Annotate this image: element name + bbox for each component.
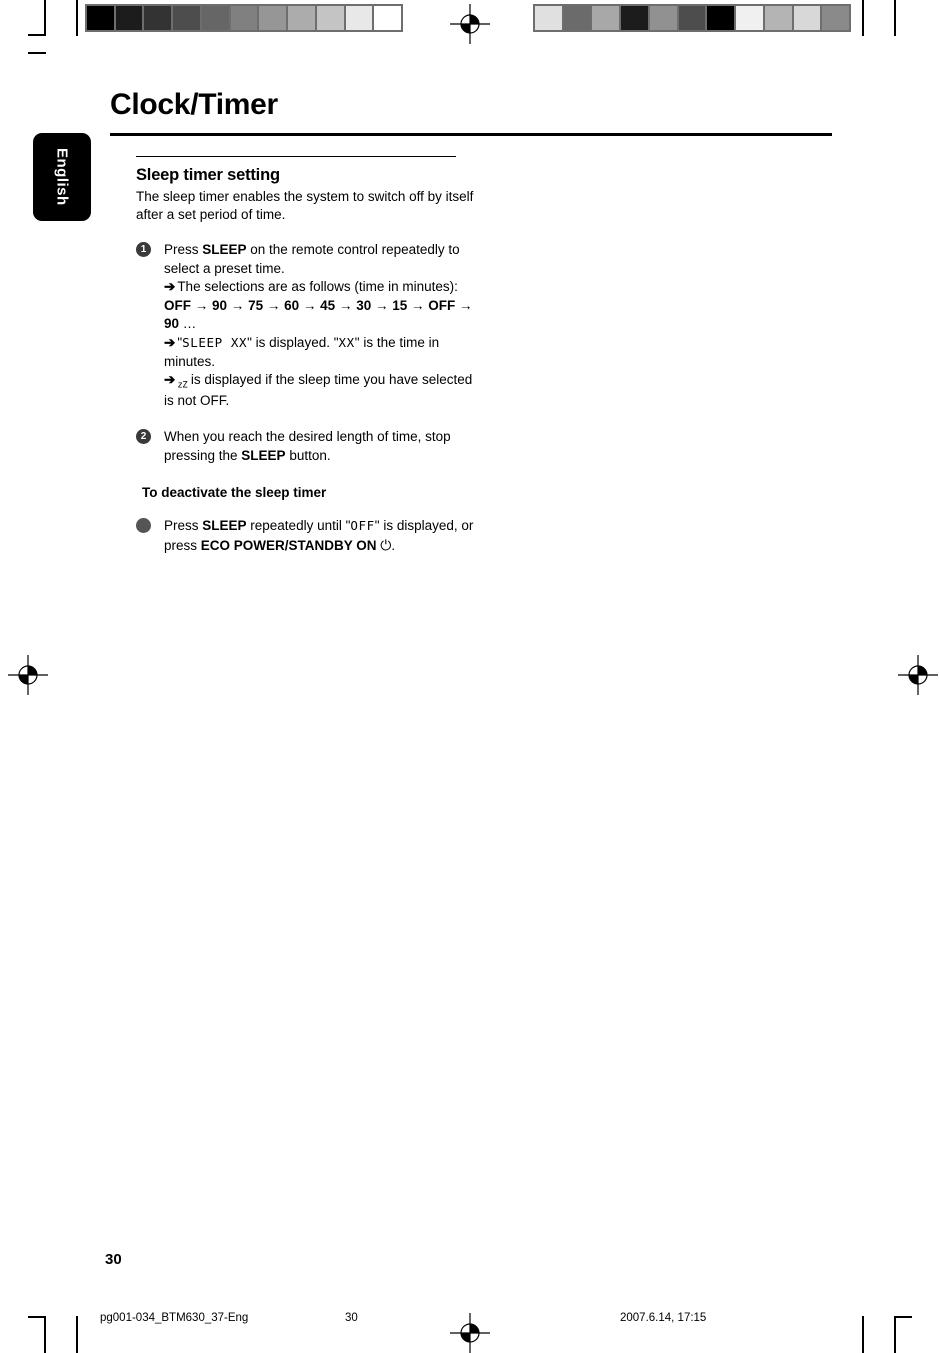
calibration-right-swatch — [563, 6, 591, 30]
deactivate-keyword-sleep: SLEEP — [202, 518, 247, 534]
crop-mark-top-left-a — [44, 0, 46, 36]
preset-separator-icon: → — [263, 297, 285, 313]
lcd-off-display: OFF — [350, 518, 375, 534]
crop-mark-top-left-c — [28, 34, 46, 36]
calibration-right-swatch — [535, 6, 562, 30]
calibration-bar-left — [85, 4, 403, 32]
calibration-right-swatch — [649, 6, 677, 30]
arrow-icon: ➔ — [164, 335, 176, 351]
preset-separator-icon: → — [299, 297, 321, 313]
calibration-left-swatch — [201, 6, 229, 30]
preset-value: 45 — [320, 297, 336, 313]
calibration-left-swatch — [115, 6, 143, 30]
crop-mark-top-left-b — [76, 0, 78, 36]
step-1-result-2-mid: is displayed. — [251, 335, 334, 351]
page-content: Sleep timer setting The sleep timer enab… — [136, 156, 476, 556]
calibration-right-swatch — [707, 6, 735, 30]
step-1-result-2: ➔ "SLEEP XX" is displayed. "XX" is the ti… — [164, 335, 440, 369]
preset-value: 60 — [284, 297, 300, 313]
registration-mark-right — [898, 655, 938, 695]
calibration-right-swatch — [592, 6, 620, 30]
calibration-left-swatch — [259, 6, 287, 30]
preset-value: 75 — [248, 297, 264, 313]
deactivate-text-before: Press — [164, 518, 203, 534]
lcd-xx-display: XX — [338, 335, 355, 351]
step-2-keyword: SLEEP — [241, 447, 286, 463]
step-2-text-after: button. — [285, 447, 331, 463]
language-tab: English — [33, 133, 91, 221]
arrow-icon: ➔ — [164, 372, 176, 388]
preset-separator-icon: → — [191, 297, 213, 313]
preset-sequence: OFF → 90 → 75 → 60 → 45 → 30 → 15 → OFF … — [164, 297, 476, 334]
preset-value: 90 — [212, 297, 228, 313]
deactivate-heading: To deactivate the sleep timer — [142, 485, 327, 501]
calibration-right-swatch — [621, 6, 648, 30]
footer-page-number: 30 — [345, 1312, 358, 1324]
preset-separator-icon: → — [455, 297, 473, 313]
footer-filename: pg001-034_BTM630_37-Eng — [100, 1312, 249, 1324]
section-divider — [136, 156, 456, 157]
step-1: 1 Press SLEEP on the remote control repe… — [136, 241, 476, 411]
registration-mark-top — [450, 4, 490, 44]
calibration-right-swatch — [736, 6, 763, 30]
preset-separator-icon: → — [371, 297, 393, 313]
calibration-right-swatch — [764, 6, 792, 30]
page-folio: 30 — [105, 1251, 122, 1268]
step-1-marker: 1 — [136, 241, 151, 257]
deactivate-step: • Press SLEEP repeatedly until "OFF" is … — [136, 517, 476, 555]
power-standby-icon: ⏻ — [380, 536, 392, 553]
print-footer: pg001-034_BTM630_37-Eng 30 2007.6.14, 17… — [0, 1312, 939, 1328]
calibration-left-swatch — [144, 6, 172, 30]
preset-value: 30 — [356, 297, 372, 313]
crop-mark-top-left-d — [28, 52, 46, 54]
step-1-result-1: ➔ The selections are as follows (time in … — [164, 278, 476, 297]
page-title: Clock/Timer — [110, 88, 278, 121]
preset-separator-icon: → — [335, 297, 357, 313]
calibration-left-swatch — [87, 6, 114, 30]
preset-value: OFF — [164, 297, 191, 313]
step-1-result-3: ➔ zZ is displayed if the sleep time you h… — [164, 371, 476, 411]
crop-mark-top-right-b — [894, 0, 896, 36]
preset-ellipsis: … — [179, 316, 197, 332]
preset-value: 15 — [392, 297, 408, 313]
section-intro: The sleep timer enables the system to sw… — [136, 189, 474, 222]
section-heading: Sleep timer setting — [136, 166, 280, 184]
calibration-left-swatch — [288, 6, 315, 30]
sleep-zz-icon: zZ — [177, 380, 188, 391]
footer-date: 2007.6.14, 17:15 — [620, 1312, 707, 1324]
step-1-text-before: Press — [164, 241, 203, 257]
step-1-keyword: SLEEP — [202, 241, 247, 257]
calibration-right-swatch — [822, 6, 850, 30]
calibration-left-swatch — [374, 6, 402, 30]
calibration-left-swatch — [345, 6, 373, 30]
preset-value: 90 — [164, 316, 180, 332]
deactivate-text-mid: repeatedly until " — [246, 518, 351, 534]
calibration-bar-right — [533, 4, 851, 32]
preset-separator-icon: → — [407, 297, 429, 313]
preset-value: OFF — [428, 297, 456, 313]
step-2-marker: 2 — [136, 429, 151, 444]
deactivate-text-end: . — [391, 537, 396, 553]
lcd-sleep-display: SLEEP XX — [182, 335, 248, 351]
language-tab-label: English — [53, 148, 71, 206]
deactivate-keyword-eco: ECO POWER/STANDBY ON — [200, 537, 377, 553]
step-2: 2 When you reach the desired length of t… — [136, 428, 476, 465]
calibration-left-swatch — [230, 6, 258, 30]
bullet-marker: • — [136, 518, 151, 534]
preset-separator-icon: → — [227, 297, 249, 313]
calibration-left-swatch — [316, 6, 344, 30]
step-1-result-1-text: The selections are as follows (time in m… — [177, 279, 458, 295]
crop-mark-top-right-a — [862, 0, 864, 36]
arrow-icon: ➔ — [164, 279, 176, 295]
registration-mark-left — [8, 655, 48, 695]
calibration-right-swatch — [678, 6, 706, 30]
calibration-left-swatch — [173, 6, 200, 30]
step-1-result-3-text: is displayed if the sleep time you have … — [164, 372, 473, 409]
calibration-right-swatch — [793, 6, 821, 30]
title-divider — [110, 133, 832, 136]
